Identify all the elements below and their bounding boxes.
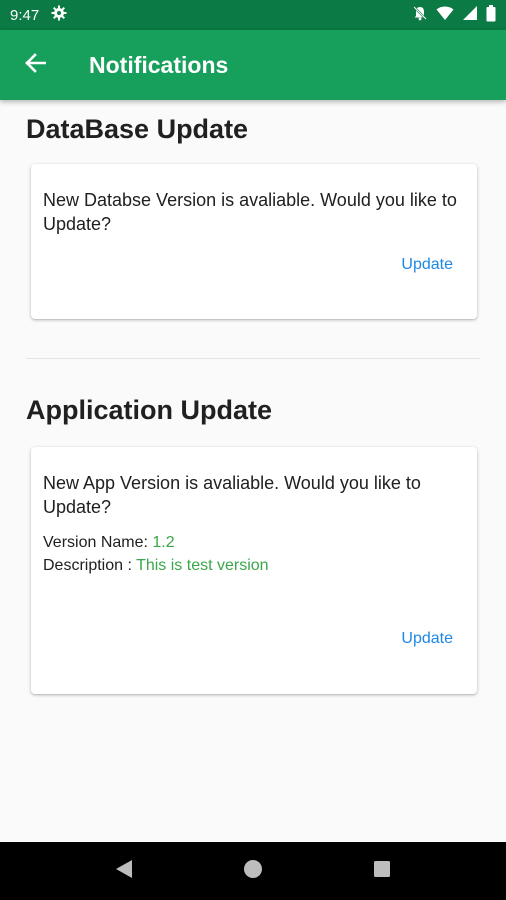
page-title: Notifications (89, 51, 229, 78)
recents-square-icon (373, 860, 391, 883)
application-update-card: New App Version is avaliable. Would you … (31, 447, 477, 694)
home-circle-icon (243, 859, 263, 884)
status-icons (412, 4, 496, 26)
version-name-row: Version Name: 1.2 (43, 531, 465, 554)
application-update-details: Version Name: 1.2 Description : This is … (43, 531, 465, 577)
database-section-title: DataBase Update (26, 114, 249, 144)
notifications-off-icon (412, 5, 428, 25)
version-name-value: 1.2 (152, 534, 175, 551)
section-divider (26, 358, 480, 359)
system-nav-bar (0, 842, 506, 900)
nav-recents-button[interactable] (357, 846, 407, 896)
back-button[interactable] (0, 30, 70, 100)
database-update-message: New Databse Version is avaliable. Would … (43, 190, 457, 234)
application-update-message: New App Version is avaliable. Would you … (43, 473, 421, 517)
nav-home-button[interactable] (228, 846, 278, 896)
database-update-card: New Databse Version is avaliable. Would … (31, 164, 477, 319)
nav-back-button[interactable] (99, 846, 149, 896)
wifi-icon (436, 5, 454, 25)
version-name-label: Version Name: (43, 534, 148, 551)
back-triangle-icon (115, 859, 133, 884)
status-time: 9:47 (10, 6, 40, 24)
signal-icon (462, 5, 478, 25)
app-bar: Notifications (0, 30, 506, 100)
settings-icon (51, 5, 67, 25)
description-value: This is test version (136, 557, 269, 574)
notifications-content[interactable]: DataBase Update New Databse Version is a… (0, 100, 506, 842)
description-row: Description : This is test version (43, 554, 465, 577)
battery-icon (486, 4, 496, 26)
status-bar: 9:47 (0, 0, 506, 30)
application-update-button[interactable]: Update (401, 630, 453, 648)
database-update-button[interactable]: Update (401, 256, 453, 274)
application-section-title: Application Update (26, 395, 273, 425)
description-label: Description : (43, 557, 132, 574)
arrow-back-icon (24, 52, 47, 79)
